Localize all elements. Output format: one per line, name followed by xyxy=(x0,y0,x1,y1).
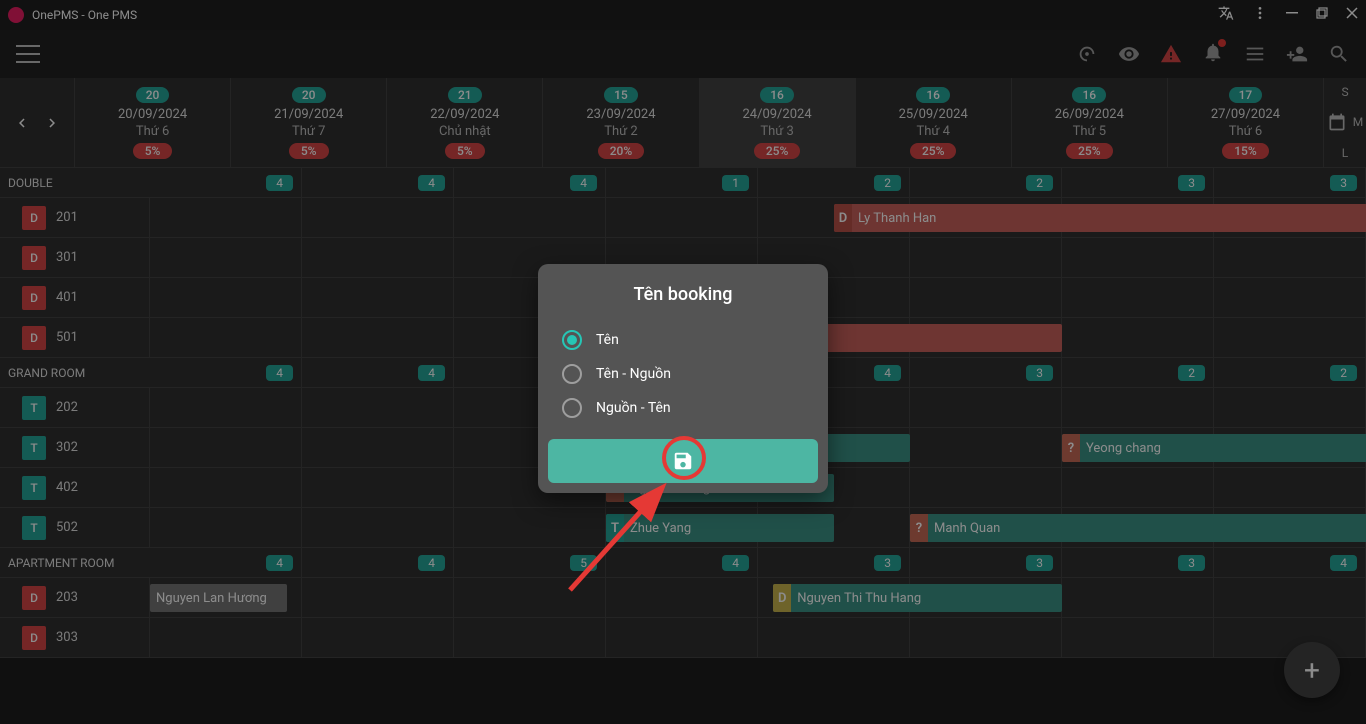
radio-indicator xyxy=(562,364,582,384)
dialog-title: Tên booking xyxy=(538,284,828,305)
radio-label: Nguồn - Tên xyxy=(596,400,671,416)
radio-indicator xyxy=(562,398,582,418)
save-icon xyxy=(672,450,694,472)
radio-option[interactable]: Nguồn - Tên xyxy=(538,391,828,425)
radio-label: Tên - Nguồn xyxy=(596,366,671,382)
radio-option[interactable]: Tên xyxy=(538,323,828,357)
booking-name-dialog: Tên booking Tên Tên - Nguồn Nguồn - Tên xyxy=(538,264,828,493)
radio-indicator xyxy=(562,330,582,350)
save-button[interactable] xyxy=(548,439,818,483)
radio-option[interactable]: Tên - Nguồn xyxy=(538,357,828,391)
radio-label: Tên xyxy=(596,332,619,348)
